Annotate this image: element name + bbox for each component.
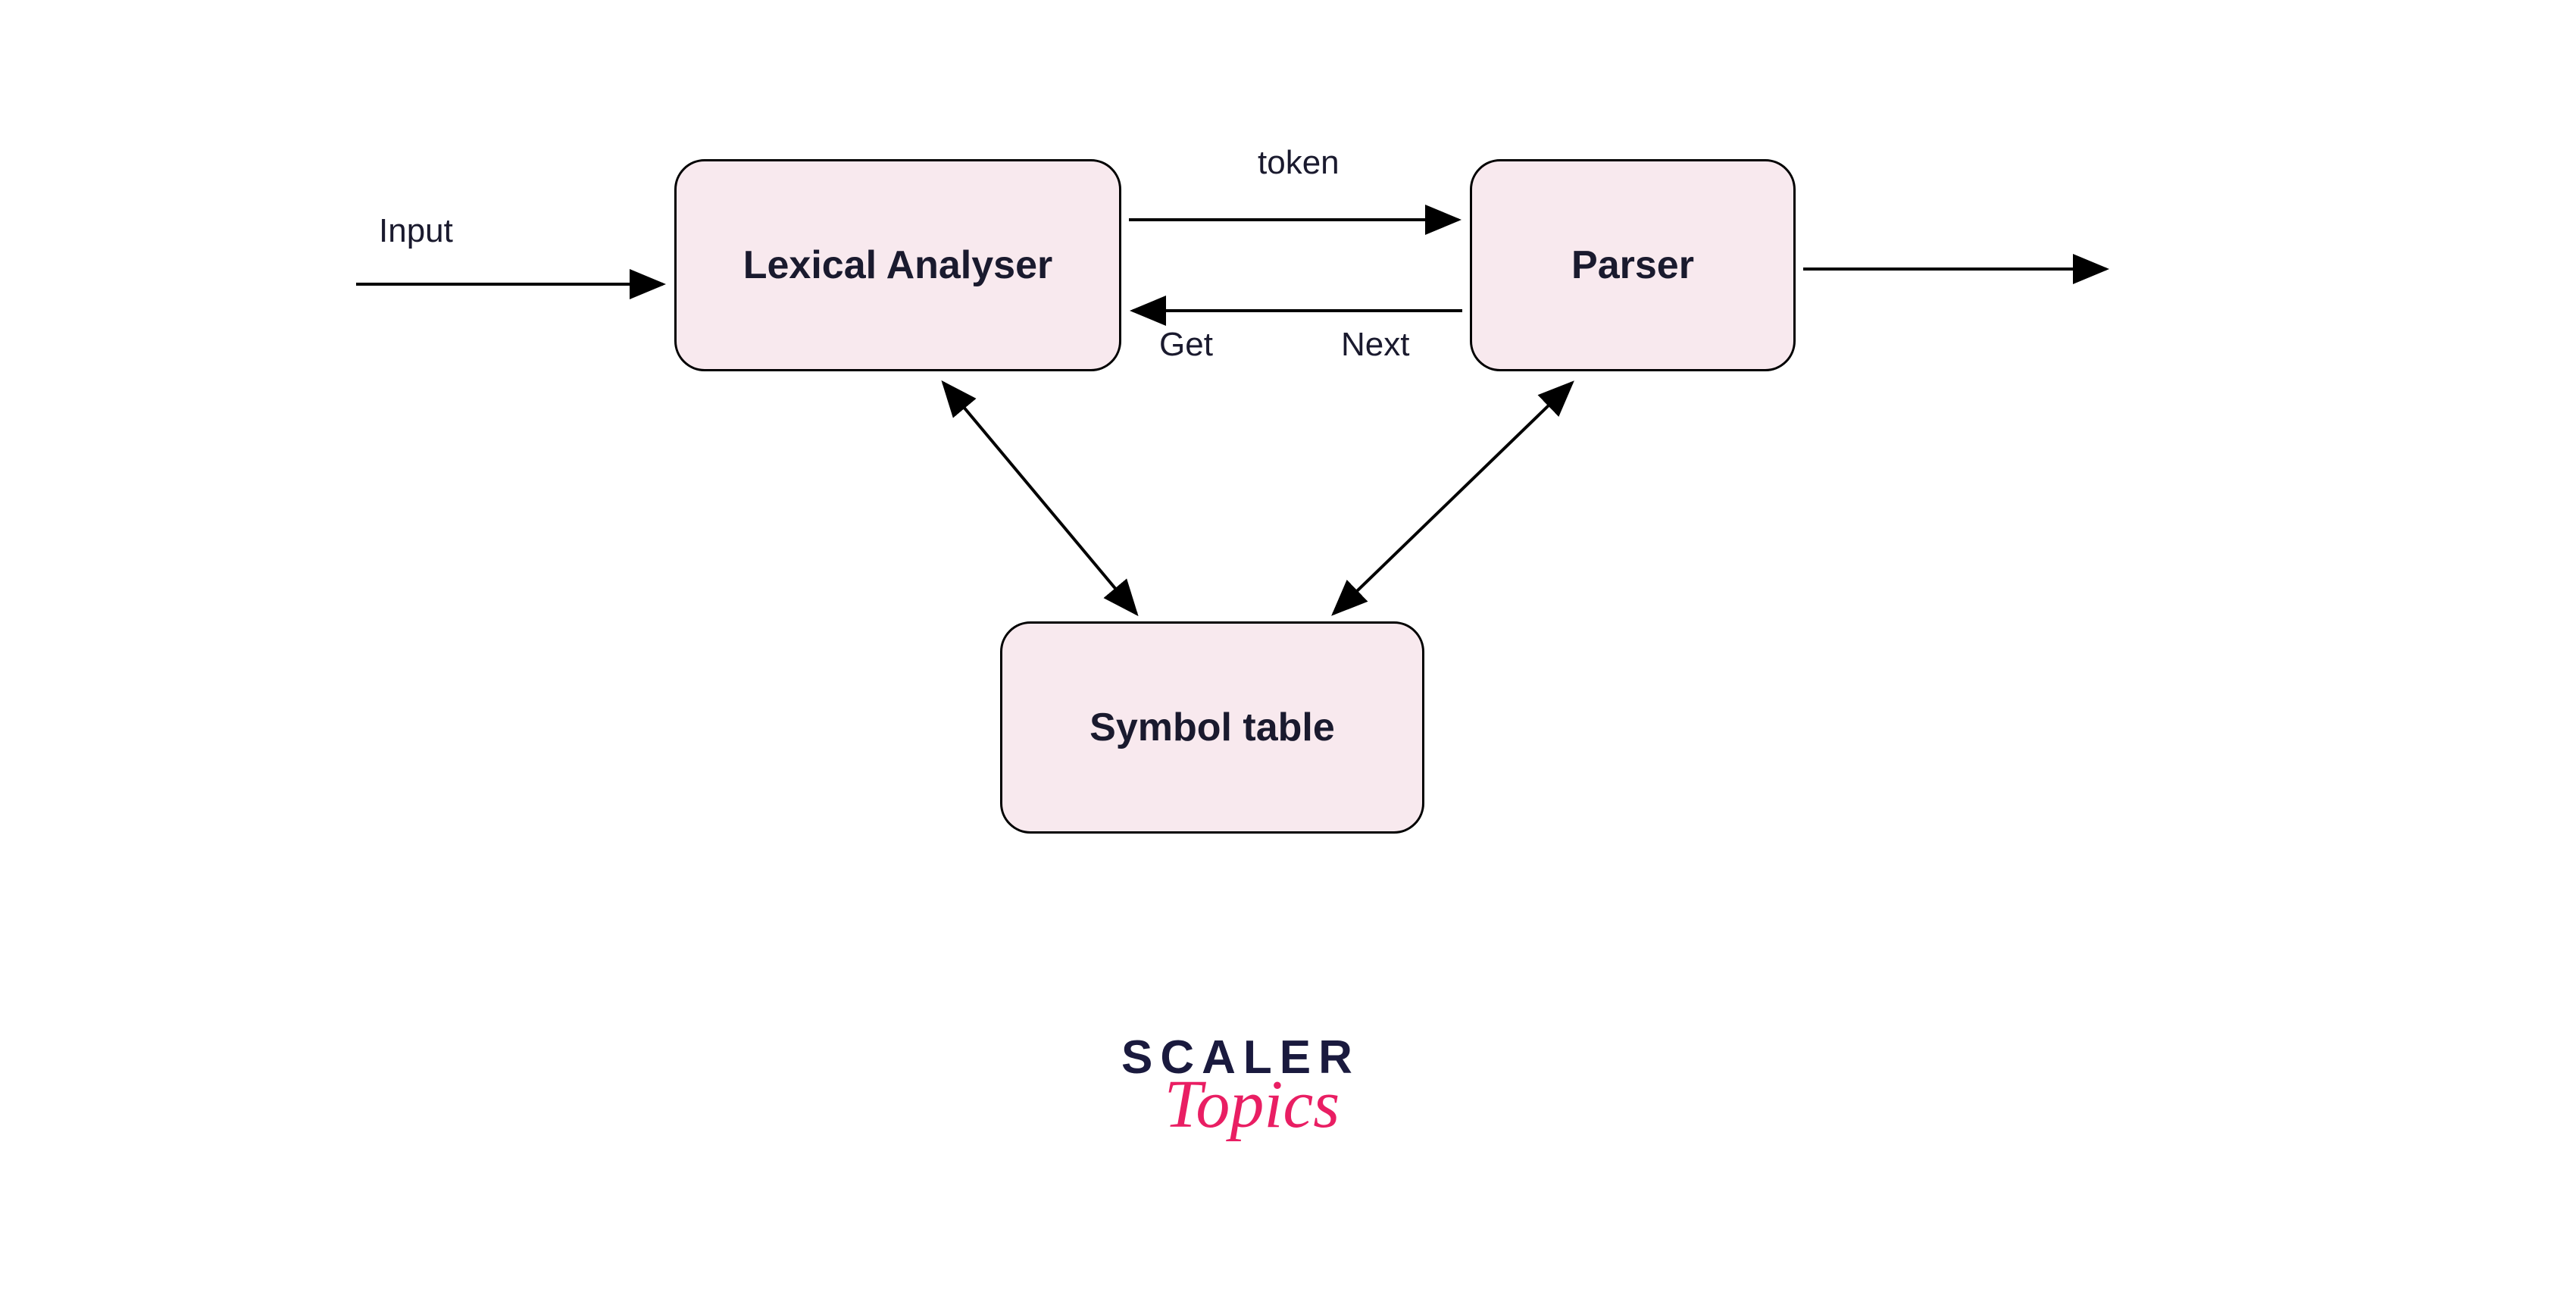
symbol-table-box: Symbol table	[1000, 621, 1424, 834]
diagram-container: Lexical Analyser Parser Symbol table Inp…	[0, 0, 2576, 1311]
next-label: Next	[1341, 326, 1409, 364]
logo-sub-text: Topics	[1144, 1065, 1360, 1144]
symbol-table-label: Symbol table	[1089, 705, 1335, 750]
lexical-analyser-label: Lexical Analyser	[743, 242, 1053, 288]
parser-box: Parser	[1470, 159, 1796, 371]
scaler-logo: SCALER Topics	[1121, 1031, 1360, 1144]
token-label: token	[1258, 144, 1340, 182]
get-label: Get	[1159, 326, 1213, 364]
input-label: Input	[379, 212, 453, 250]
lexical-analyser-box: Lexical Analyser	[674, 159, 1121, 371]
parser-label: Parser	[1571, 242, 1694, 288]
